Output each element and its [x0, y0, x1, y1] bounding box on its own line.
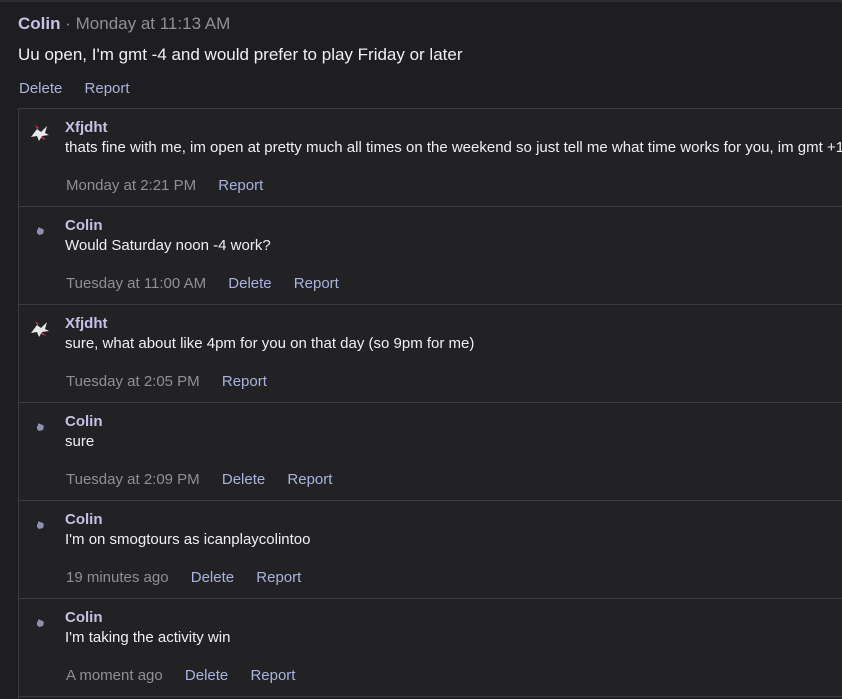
dragon-avatar-icon[interactable] — [29, 319, 51, 339]
reply-author[interactable]: Colin — [65, 511, 103, 528]
report-link[interactable]: Report — [218, 177, 263, 194]
small-creature-avatar-icon[interactable] — [29, 613, 51, 633]
reply-author[interactable]: Xfjdht — [65, 315, 108, 332]
report-link[interactable]: Report — [85, 80, 130, 97]
reply-item: Colin I'm on smogtours as icanplaycolint… — [19, 501, 842, 599]
reply-text: sure, what about like 4pm for you on tha… — [65, 335, 475, 352]
reply-timestamp[interactable]: Tuesday at 2:09 PM — [66, 471, 200, 488]
reply-meta: 19 minutes ago Delete Report — [66, 569, 319, 586]
reply-item: Colin sure Tuesday at 2:09 PM Delete Rep… — [19, 403, 842, 501]
post-header: Colin · Monday at 11:13 AM — [18, 14, 230, 34]
reply-timestamp[interactable]: Tuesday at 2:05 PM — [66, 373, 200, 390]
small-creature-avatar-icon[interactable] — [29, 417, 51, 437]
delete-link[interactable]: Delete — [19, 80, 62, 97]
delete-link[interactable]: Delete — [191, 569, 234, 586]
reply-item: Colin Would Saturday noon -4 work? Tuesd… — [19, 207, 842, 305]
reply-timestamp[interactable]: Monday at 2:21 PM — [66, 177, 196, 194]
reply-meta: Monday at 2:21 PM Report — [66, 177, 281, 194]
header-separator: · — [65, 14, 71, 33]
report-link[interactable]: Report — [287, 471, 332, 488]
reply-text: I'm taking the activity win — [65, 629, 231, 646]
reply-meta: Tuesday at 11:00 AM Delete Report — [66, 275, 357, 292]
post-timestamp: Monday at 11:13 AM — [75, 14, 231, 33]
reply-item: Xfjdht thats fine with me, im open at pr… — [19, 109, 842, 207]
reply-meta: Tuesday at 2:09 PM Delete Report — [66, 471, 350, 488]
post-actions: Delete Report — [19, 80, 148, 97]
replies-list: Xfjdht thats fine with me, im open at pr… — [18, 108, 842, 699]
delete-link[interactable]: Delete — [185, 667, 228, 684]
reply-timestamp[interactable]: A moment ago — [66, 667, 163, 684]
reply-item: Colin I'm taking the activity win A mome… — [19, 599, 842, 697]
reply-text: I'm on smogtours as icanplaycolintoo — [65, 531, 311, 548]
small-creature-avatar-icon[interactable] — [29, 221, 51, 241]
report-link[interactable]: Report — [294, 275, 339, 292]
reply-meta: Tuesday at 2:05 PM Report — [66, 373, 285, 390]
report-link[interactable]: Report — [250, 667, 295, 684]
reply-item: Xfjdht sure, what about like 4pm for you… — [19, 305, 842, 403]
dragon-avatar-icon[interactable] — [29, 123, 51, 143]
report-link[interactable]: Report — [222, 373, 267, 390]
reply-author[interactable]: Colin — [65, 217, 103, 234]
reply-author[interactable]: Colin — [65, 413, 103, 430]
reply-meta: A moment ago Delete Report — [66, 667, 313, 684]
reply-author[interactable]: Xfjdht — [65, 119, 108, 136]
reply-timestamp[interactable]: 19 minutes ago — [66, 569, 169, 586]
post-author[interactable]: Colin — [18, 14, 61, 33]
top-divider — [0, 0, 842, 2]
reply-text: Would Saturday noon -4 work? — [65, 237, 271, 254]
delete-link[interactable]: Delete — [222, 471, 265, 488]
reply-timestamp[interactable]: Tuesday at 11:00 AM — [66, 275, 206, 292]
delete-link[interactable]: Delete — [228, 275, 271, 292]
reply-author[interactable]: Colin — [65, 609, 103, 626]
reply-text: sure — [65, 433, 95, 450]
report-link[interactable]: Report — [256, 569, 301, 586]
reply-text: thats fine with me, im open at pretty mu… — [65, 139, 842, 156]
small-creature-avatar-icon[interactable] — [29, 515, 51, 535]
post-body: Uu open, I'm gmt -4 and would prefer to … — [18, 45, 463, 64]
